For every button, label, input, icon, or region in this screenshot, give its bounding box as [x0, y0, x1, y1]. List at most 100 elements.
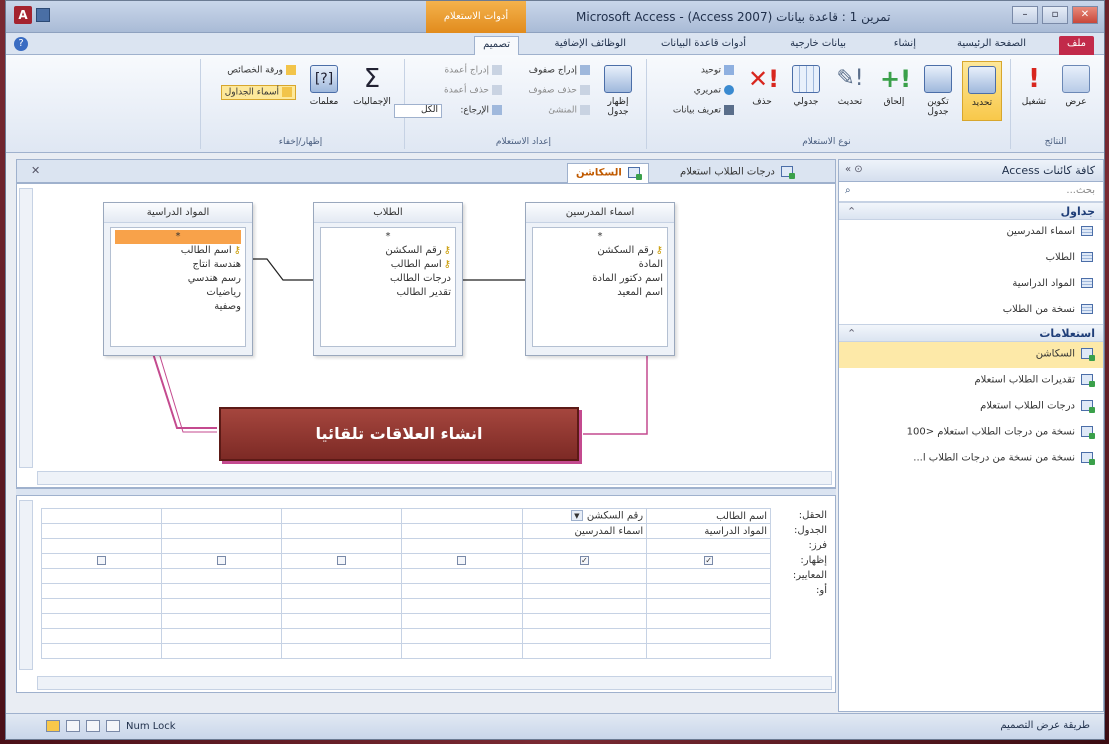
- nav-collapse-icon[interactable]: « ⊙: [845, 164, 863, 175]
- grid-cell[interactable]: [646, 628, 771, 644]
- update-button[interactable]: ✎! تحديث: [830, 61, 870, 121]
- nav-header[interactable]: كافة كائنات Access « ⊙: [839, 160, 1103, 182]
- design-view-icon[interactable]: [46, 720, 60, 732]
- grid-vertical-scrollbar[interactable]: [19, 500, 33, 670]
- collapse-caret-icon[interactable]: ⌃: [847, 205, 856, 218]
- show-checkbox[interactable]: ✓: [579, 556, 589, 565]
- data-definition-button[interactable]: تعريف بيانات: [673, 105, 734, 116]
- grid-cell-sort[interactable]: [401, 538, 523, 554]
- grid-horizontal-scrollbar[interactable]: [37, 676, 832, 690]
- grid-cell-criteria[interactable]: [161, 568, 283, 584]
- insert-columns-button[interactable]: إدراج أعمدة: [444, 65, 502, 76]
- nav-item-query[interactable]: نسخة من نسخة من درجات الطلاب ا...: [839, 446, 1103, 472]
- grid-cell-or[interactable]: [401, 583, 523, 599]
- grid-cell-field[interactable]: [401, 508, 523, 524]
- grid-cell[interactable]: [401, 628, 523, 644]
- run-button[interactable]: ! تشغيل: [1014, 61, 1054, 121]
- field-item[interactable]: رياضيات: [115, 286, 241, 300]
- grid-cell-sort[interactable]: [281, 538, 403, 554]
- nav-item-query[interactable]: السكاشن: [839, 342, 1103, 368]
- grid-cell[interactable]: [401, 643, 523, 659]
- grid-cell-or[interactable]: [646, 583, 771, 599]
- grid-cell[interactable]: [161, 598, 283, 614]
- pane-splitter[interactable]: [16, 488, 836, 495]
- grid-cell-criteria[interactable]: [521, 568, 648, 584]
- grid-cell-field[interactable]: اسم الطالب: [646, 508, 771, 524]
- datasheet-view-icon[interactable]: [106, 720, 120, 732]
- tab-file[interactable]: ملف: [1058, 36, 1094, 55]
- table-names-button[interactable]: أسماء الجداول: [220, 85, 296, 100]
- grid-cell[interactable]: [281, 598, 403, 614]
- sql-view-icon[interactable]: [66, 720, 80, 732]
- grid-cell[interactable]: [646, 598, 771, 614]
- make-table-button[interactable]: تكوين جدول: [918, 61, 958, 121]
- show-table-button[interactable]: إظهار جدول: [598, 61, 638, 121]
- grid-cell-or[interactable]: [161, 583, 283, 599]
- collapse-caret-icon[interactable]: ⌃: [847, 327, 856, 340]
- crosstab-button[interactable]: جدولي: [786, 61, 826, 121]
- field-item[interactable]: اسم المعيد: [537, 286, 663, 300]
- close-button[interactable]: ✕: [1072, 6, 1098, 24]
- maximize-button[interactable]: ▫: [1042, 6, 1068, 24]
- tab-design[interactable]: تصميم: [474, 36, 519, 55]
- search-icon[interactable]: ⌕: [845, 185, 851, 196]
- show-checkbox[interactable]: ✓: [704, 556, 714, 565]
- nav-item-query[interactable]: درجات الطلاب استعلام: [839, 394, 1103, 420]
- view-button[interactable]: عرض: [1056, 61, 1096, 121]
- nav-search-input[interactable]: بحث... ⌕: [839, 182, 1103, 202]
- dropdown-arrow-icon[interactable]: ▼: [570, 510, 583, 522]
- select-query-button[interactable]: تحديد: [962, 61, 1002, 121]
- nav-group-queries[interactable]: استعلامات ⌃: [839, 324, 1103, 342]
- builder-button[interactable]: المنشئ: [548, 105, 590, 116]
- nav-item-table[interactable]: اسماء المدرسين: [839, 220, 1103, 246]
- field-item[interactable]: اسم دكتور المادة: [537, 272, 663, 286]
- nav-item-table[interactable]: نسخة من الطلاب: [839, 298, 1103, 324]
- grid-cell-sort[interactable]: [40, 538, 163, 554]
- field-item[interactable]: تقدير الطالب: [325, 286, 451, 300]
- nav-item-table[interactable]: المواد الدراسية: [839, 272, 1103, 298]
- field-all[interactable]: *: [115, 230, 241, 244]
- tab-home[interactable]: الصفحة الرئيسية: [949, 36, 1034, 55]
- grid-cell[interactable]: [401, 613, 523, 629]
- grid-cell-criteria[interactable]: [281, 568, 403, 584]
- field-item[interactable]: وصفية: [115, 300, 241, 314]
- field-item[interactable]: المادة: [537, 258, 663, 272]
- grid-cell-sort[interactable]: [161, 538, 283, 554]
- grid-cell[interactable]: [521, 643, 648, 659]
- grid-cell-or[interactable]: [40, 583, 163, 599]
- grid-cell-table[interactable]: [281, 523, 403, 539]
- grid-cell-field[interactable]: [40, 508, 163, 524]
- nav-item-table[interactable]: الطلاب: [839, 246, 1103, 272]
- grid-cell[interactable]: [646, 643, 771, 659]
- help-icon[interactable]: ?: [14, 37, 28, 51]
- totals-button[interactable]: Σ الإجماليات: [348, 61, 396, 121]
- grid-cell[interactable]: [281, 643, 403, 659]
- grid-cell-or[interactable]: [521, 583, 648, 599]
- table-box-subjects[interactable]: المواد الدراسية * ⚷اسم الطالب هندسة انتا…: [103, 202, 253, 356]
- grid-cell[interactable]: [401, 598, 523, 614]
- doc-tab-grades-query[interactable]: درجات الطلاب استعلام: [672, 163, 801, 183]
- field-all[interactable]: *: [325, 230, 451, 244]
- grid-cell-sort[interactable]: [521, 538, 648, 554]
- field-item[interactable]: ⚷اسم الطالب: [115, 244, 241, 258]
- close-document-icon[interactable]: ✕: [31, 164, 40, 177]
- tab-external-data[interactable]: بيانات خارجية: [782, 36, 854, 55]
- grid-cell-field[interactable]: [281, 508, 403, 524]
- grid-cell[interactable]: [40, 643, 163, 659]
- access-logo-icon[interactable]: A: [14, 6, 32, 24]
- insert-rows-button[interactable]: إدراج صفوف: [529, 65, 590, 76]
- nav-item-query[interactable]: نسخة من درجات الطلاب استعلام <100: [839, 420, 1103, 446]
- field-all[interactable]: *: [537, 230, 663, 244]
- tab-add-ins[interactable]: الوظائف الإضافية: [547, 36, 635, 55]
- field-item[interactable]: ⚷رقم السكشن: [537, 244, 663, 258]
- delete-query-button[interactable]: ✕! حذف: [742, 61, 782, 121]
- tab-create[interactable]: إنشاء: [886, 36, 924, 55]
- doc-tab-sections[interactable]: السكاشن: [567, 163, 649, 183]
- field-item[interactable]: رسم هندسي: [115, 272, 241, 286]
- pivot-view-icon[interactable]: [86, 720, 100, 732]
- append-button[interactable]: +! إلحاق: [874, 61, 914, 121]
- grid-cell-field[interactable]: رقم السكشن▼: [521, 508, 648, 524]
- tab-database-tools[interactable]: أدوات قاعدة البيانات: [653, 36, 754, 55]
- grid-cell-table[interactable]: [161, 523, 283, 539]
- nav-item-query[interactable]: تقديرات الطلاب استعلام: [839, 368, 1103, 394]
